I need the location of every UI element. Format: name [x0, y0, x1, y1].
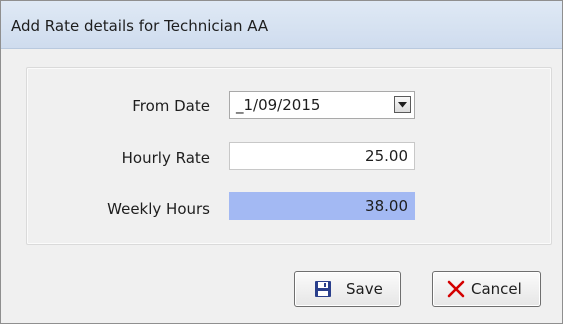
dialog-titlebar: Add Rate details for Technician AA	[1, 1, 562, 49]
from-date-label: From Date	[132, 97, 210, 115]
add-rate-dialog: Add Rate details for Technician AA From …	[0, 0, 563, 324]
cancel-button[interactable]: Cancel	[432, 271, 541, 307]
floppy-disk-icon	[312, 278, 334, 300]
date-dropdown-button[interactable]	[394, 96, 411, 113]
chevron-down-icon	[398, 101, 407, 107]
cancel-button-label: Cancel	[471, 280, 522, 298]
hourly-rate-label: Hourly Rate	[121, 149, 210, 167]
weekly-hours-label: Weekly Hours	[107, 200, 210, 218]
red-x-icon	[445, 278, 467, 300]
weekly-hours-input[interactable]: 38.00	[229, 192, 415, 220]
weekly-hours-value[interactable]: 38.00	[365, 193, 408, 219]
hourly-rate-input[interactable]: 25.00	[229, 142, 415, 170]
save-button-label: Save	[346, 280, 383, 298]
hourly-rate-value[interactable]: 25.00	[365, 143, 408, 169]
dialog-title: Add Rate details for Technician AA	[11, 17, 269, 35]
from-date-picker[interactable]: _1/09/2015	[229, 91, 415, 119]
from-date-value[interactable]: _1/09/2015	[236, 92, 320, 118]
save-button[interactable]: Save	[294, 271, 401, 307]
